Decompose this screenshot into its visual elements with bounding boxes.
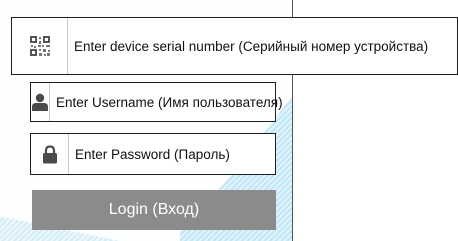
- login-button[interactable]: Login (Вход): [32, 190, 276, 230]
- username-placeholder: Enter Username (Имя пользователя): [56, 94, 283, 110]
- user-icon: [31, 83, 50, 121]
- qr-code-icon: [12, 18, 68, 74]
- serial-number-field[interactable]: Enter device serial number (Серийный ном…: [11, 17, 458, 75]
- password-placeholder: Enter Password (Пароль): [75, 146, 230, 162]
- password-field[interactable]: Enter Password (Пароль): [30, 133, 276, 175]
- username-field[interactable]: Enter Username (Имя пользователя): [30, 82, 283, 122]
- serial-number-placeholder: Enter device serial number (Серийный ном…: [74, 38, 429, 54]
- lock-icon: [31, 134, 69, 174]
